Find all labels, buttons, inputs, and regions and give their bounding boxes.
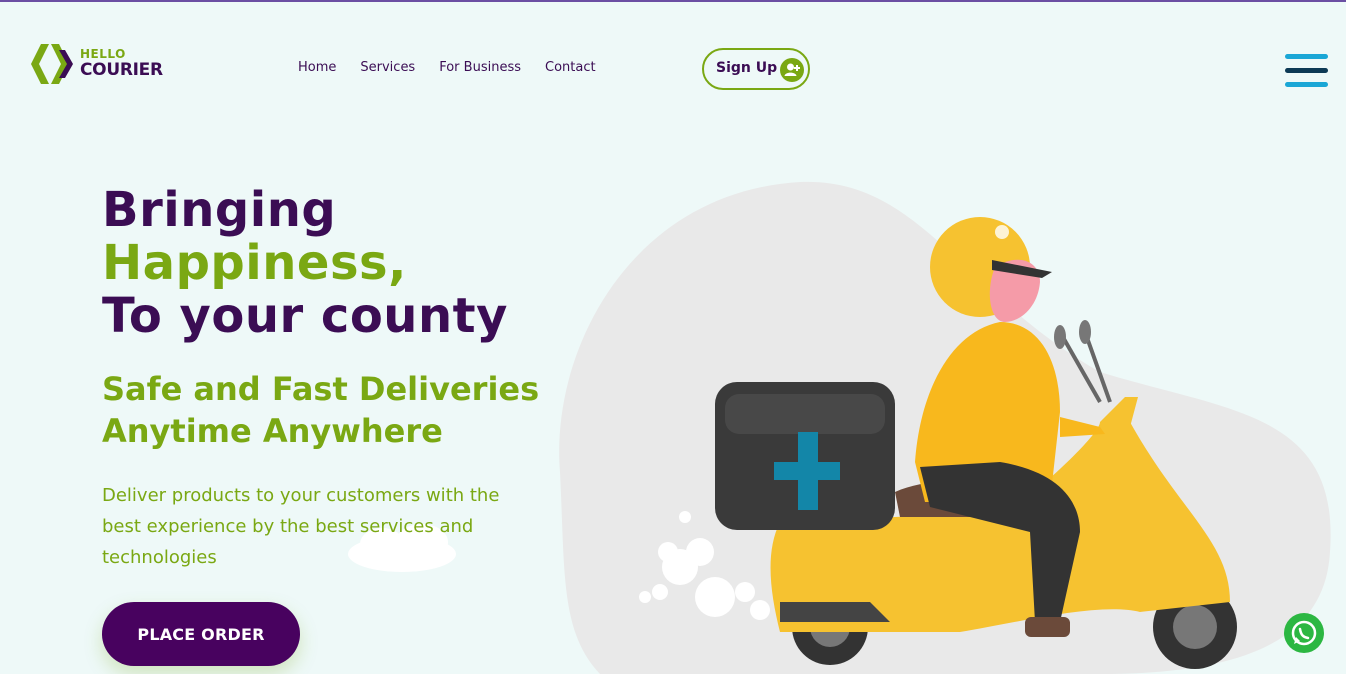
hero-title: Bringing Happiness, To your county <box>102 184 508 343</box>
nav-for-business[interactable]: For Business <box>439 60 521 75</box>
place-order-label: PLACE ORDER <box>137 625 265 644</box>
hero-title-line-1: Bringing <box>102 182 337 238</box>
nav-services[interactable]: Services <box>360 60 415 75</box>
main-nav: Home Services For Business Contact <box>298 60 620 75</box>
brand-logo[interactable]: HELLO COURIER <box>29 42 169 86</box>
user-plus-icon <box>780 58 804 82</box>
hero-title-line-2: Happiness, <box>102 235 407 291</box>
delivery-scooter-illustration <box>559 181 1331 674</box>
place-order-button[interactable]: PLACE ORDER <box>102 602 300 666</box>
hero-subtitle-line-2: Anytime Anywhere <box>102 412 443 450</box>
hamburger-bar-middle <box>1285 68 1328 73</box>
logo-courier-text: COURIER <box>80 60 163 80</box>
logo-hello-text: HELLO <box>80 47 126 61</box>
hamburger-bar-bottom <box>1285 82 1328 87</box>
hero-subtitle-line-1: Safe and Fast Deliveries <box>102 370 540 408</box>
nav-contact[interactable]: Contact <box>545 60 596 75</box>
nav-home[interactable]: Home <box>298 60 336 75</box>
sign-up-label: Sign Up <box>716 60 778 76</box>
hero-subtitle: Safe and Fast Deliveries Anytime Anywher… <box>102 368 539 452</box>
hero-title-line-3: To your county <box>102 288 508 344</box>
site-header: HELLO COURIER Home Services For Business… <box>0 2 1346 132</box>
hamburger-menu-icon[interactable] <box>1285 52 1329 92</box>
whatsapp-icon[interactable] <box>1284 613 1324 653</box>
sign-up-button[interactable]: Sign Up <box>702 48 810 90</box>
hamburger-bar-top <box>1285 54 1328 59</box>
hero-description: Deliver products to your customers with … <box>102 485 500 568</box>
chevron-logo-icon <box>31 44 73 84</box>
